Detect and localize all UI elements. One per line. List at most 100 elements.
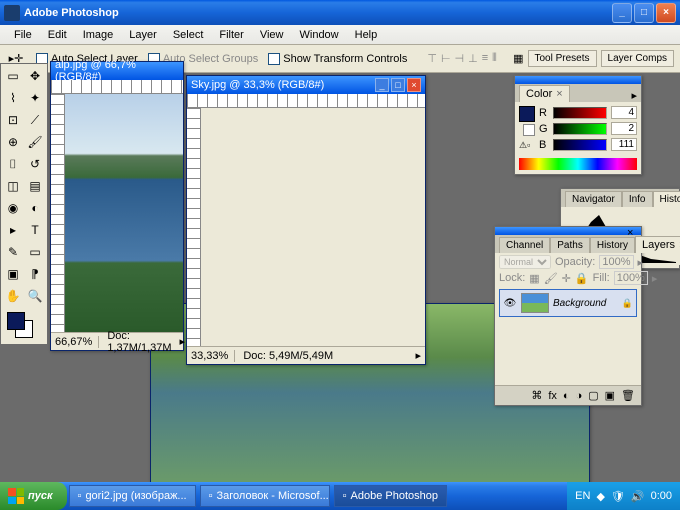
zoom-tool[interactable]: 🔍 — [25, 286, 45, 306]
lock-all-icon[interactable]: 🔒 — [575, 272, 589, 285]
fx-icon[interactable]: fx — [548, 390, 557, 402]
visibility-eye-icon[interactable]: 👁 — [503, 296, 517, 310]
gradient-tool[interactable]: ▤ — [25, 176, 45, 196]
opacity-value[interactable]: 100% — [599, 255, 633, 269]
tab-color[interactable]: Color× — [519, 85, 570, 102]
canvas-alp[interactable] — [65, 94, 183, 332]
workspace-icon[interactable]: ▦ — [513, 52, 523, 65]
pen-tool[interactable]: ✎ — [3, 242, 23, 262]
history-brush-tool[interactable]: ↺ — [25, 154, 45, 174]
doc-close-button[interactable]: × — [407, 78, 421, 92]
r-slider[interactable] — [553, 107, 607, 119]
tab-info[interactable]: Info — [622, 191, 653, 207]
panel-close-button[interactable]: × — [627, 227, 639, 235]
distribute-icon[interactable]: ⫴ — [492, 52, 497, 65]
dodge-tool[interactable]: ◐ — [25, 198, 45, 218]
chevron-icon[interactable]: ▸ — [652, 272, 658, 285]
color-fg-swatch[interactable] — [519, 106, 535, 122]
menu-edit[interactable]: Edit — [40, 27, 75, 43]
mask-icon[interactable]: ◐ — [563, 390, 570, 402]
path-tool[interactable]: ▸ — [3, 220, 23, 240]
document-window-sky[interactable]: Sky.jpg @ 33,3% (RGB/8#) _ □ × 33,33% Do… — [186, 75, 426, 365]
notes-tool[interactable]: ▣ — [3, 264, 23, 284]
menu-window[interactable]: Window — [292, 27, 347, 43]
panel-gripper[interactable] — [515, 76, 641, 84]
new-layer-icon[interactable]: ▣ — [605, 389, 615, 402]
foreground-color-swatch[interactable] — [7, 312, 25, 330]
tray-icon[interactable]: 🔊 — [631, 490, 645, 503]
tab-layers[interactable]: Layers× — [635, 236, 680, 253]
statusbar-arrow-icon[interactable]: ▸ — [415, 349, 421, 362]
ruler-vertical[interactable] — [51, 94, 65, 332]
tray-icon[interactable]: 🛡 — [611, 490, 625, 503]
hand-tool[interactable]: ✋ — [3, 286, 23, 306]
minimize-button[interactable]: _ — [612, 3, 632, 23]
panel-minimize-button[interactable]: _ — [615, 227, 627, 235]
doc-maximize-button[interactable]: □ — [391, 78, 405, 92]
distribute-icon[interactable]: ≡ — [482, 52, 488, 65]
blend-mode-select[interactable]: Normal — [499, 255, 551, 269]
marquee-tool[interactable]: ▭ — [3, 66, 23, 86]
color-swatches[interactable] — [3, 312, 45, 342]
b-value[interactable]: 111 — [611, 138, 637, 151]
align-icon[interactable]: ⊤ — [427, 52, 437, 65]
tool-presets-button[interactable]: Tool Presets — [528, 50, 597, 67]
doc-minimize-button[interactable]: _ — [375, 78, 389, 92]
folder-icon[interactable]: ▢ — [588, 389, 598, 402]
menu-layer[interactable]: Layer — [121, 27, 165, 43]
clock[interactable]: 0:00 — [651, 490, 672, 502]
menu-select[interactable]: Select — [165, 27, 212, 43]
language-indicator[interactable]: EN — [575, 490, 590, 502]
ruler-vertical[interactable] — [187, 108, 201, 346]
ruler-horizontal[interactable] — [51, 80, 183, 94]
fill-value[interactable]: 100% — [614, 271, 648, 285]
menu-view[interactable]: View — [252, 27, 292, 43]
document-titlebar-sky[interactable]: Sky.jpg @ 33,3% (RGB/8#) _ □ × — [187, 76, 425, 94]
align-icon[interactable]: ⊢ — [441, 52, 451, 65]
eyedropper-tool[interactable]: ⁋ — [25, 264, 45, 284]
panel-menu-icon[interactable]: ▸ — [631, 89, 637, 102]
color-panel[interactable]: Color× ▸ ⚠▫ R 4 G — [514, 75, 642, 175]
spectrum-bar[interactable] — [519, 158, 637, 170]
g-value[interactable]: 2 — [611, 122, 637, 135]
lock-transparent-icon[interactable]: ▦ — [529, 272, 539, 285]
move-tool[interactable]: ✥ — [25, 66, 45, 86]
g-slider[interactable] — [553, 123, 607, 135]
lock-move-icon[interactable]: ✛ — [562, 272, 571, 285]
blur-tool[interactable]: ◉ — [3, 198, 23, 218]
taskbar-item-photoshop[interactable]: ▫ Adobe Photoshop — [334, 485, 447, 507]
layer-row-background[interactable]: 👁 Background 🔒 — [499, 289, 637, 317]
system-tray[interactable]: EN ◆ 🛡 🔊 0:00 — [567, 482, 680, 510]
tab-paths[interactable]: Paths — [550, 237, 590, 253]
adjustment-icon[interactable]: ◑ — [576, 390, 583, 402]
align-icon[interactable]: ⊣ — [455, 52, 465, 65]
maximize-button[interactable]: □ — [634, 3, 654, 23]
crop-tool[interactable]: ⊡ — [3, 110, 23, 130]
tab-history[interactable]: History — [590, 237, 635, 253]
statusbar-arrow-icon[interactable]: ▸ — [180, 335, 186, 348]
ruler-horizontal[interactable] — [187, 94, 425, 108]
chevron-icon[interactable]: ▸ — [638, 256, 644, 269]
tab-histogram[interactable]: Histogram — [653, 191, 680, 207]
zoom-level[interactable]: 33,33% — [191, 350, 235, 362]
color-bg-swatch[interactable] — [523, 124, 535, 136]
tab-navigator[interactable]: Navigator — [565, 191, 622, 207]
b-slider[interactable] — [553, 139, 607, 151]
panel-gripper[interactable]: _ × — [495, 227, 641, 235]
heal-tool[interactable]: ⊕ — [3, 132, 23, 152]
layers-panel[interactable]: _ × Channel Paths History Layers× ctions… — [494, 226, 642, 406]
align-icon[interactable]: ⊥ — [468, 52, 478, 65]
trash-icon[interactable]: 🗑 — [621, 389, 635, 402]
menu-image[interactable]: Image — [75, 27, 122, 43]
wand-tool[interactable]: ✦ — [25, 88, 45, 108]
type-tool[interactable]: T — [25, 220, 45, 240]
start-button[interactable]: пуск — [0, 482, 67, 510]
lasso-tool[interactable]: ⌇ — [3, 88, 23, 108]
menu-filter[interactable]: Filter — [211, 27, 251, 43]
lock-brush-icon[interactable]: 🖌 — [544, 272, 558, 285]
document-titlebar-alp[interactable]: alp.jpg @ 66,7% (RGB/8#) — [51, 62, 183, 80]
show-transform-checkbox[interactable]: Show Transform Controls — [268, 53, 407, 65]
tab-channels[interactable]: Channel — [499, 237, 550, 253]
slice-tool[interactable]: ⟋ — [25, 110, 45, 130]
stamp-tool[interactable]: ⌷ — [3, 154, 23, 174]
